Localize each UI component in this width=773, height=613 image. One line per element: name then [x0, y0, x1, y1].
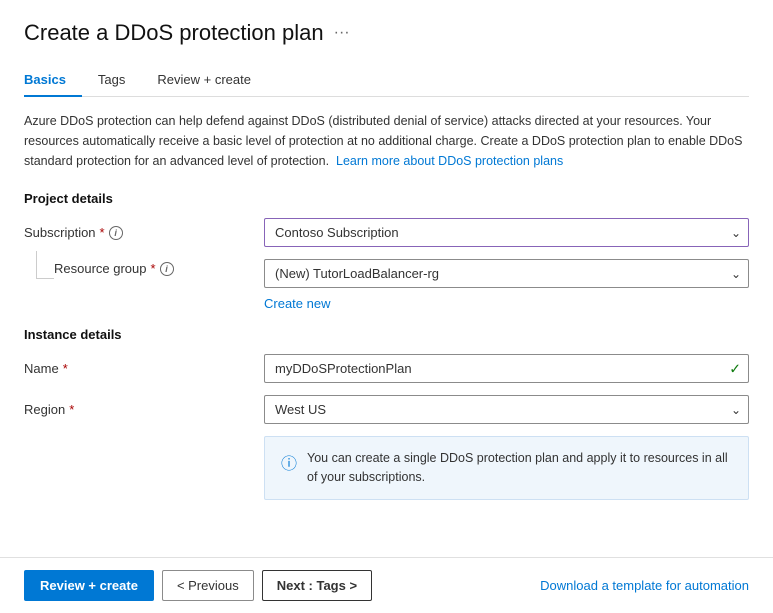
project-details-section: Project details Subscription * i Contoso…	[24, 191, 749, 311]
resource-group-label-inner: Resource group * i	[54, 259, 174, 276]
create-new-link[interactable]: Create new	[264, 296, 330, 311]
region-select[interactable]: West US	[264, 395, 749, 424]
instance-details-heading: Instance details	[24, 327, 749, 342]
info-box-text: You can create a single DDoS protection …	[307, 449, 732, 487]
name-label: Name	[24, 361, 59, 376]
region-label: Region	[24, 402, 65, 417]
resource-group-label-area: Resource group * i	[24, 259, 264, 279]
region-required: *	[69, 402, 74, 417]
instance-details-section: Instance details Name * ✓ Region	[24, 327, 749, 500]
page-title: Create a DDoS protection plan	[24, 20, 324, 46]
main-content: Create a DDoS protection plan ··· Basics…	[0, 0, 773, 557]
subscription-label-col: Subscription * i	[24, 225, 264, 240]
name-input-wrapper: ✓	[264, 354, 749, 383]
resource-group-required: *	[151, 261, 156, 276]
resource-group-outer-row: Resource group * i (New) TutorLoadBalanc…	[24, 259, 749, 288]
subscription-label: Subscription	[24, 225, 96, 240]
resource-group-select[interactable]: (New) TutorLoadBalancer-rg	[264, 259, 749, 288]
tab-tags[interactable]: Tags	[82, 64, 141, 97]
subscription-row: Subscription * i Contoso Subscription ⌄	[24, 218, 749, 247]
name-required: *	[63, 361, 68, 376]
name-input[interactable]	[264, 354, 749, 383]
subscription-required: *	[100, 225, 105, 240]
name-control: ✓	[264, 354, 749, 383]
info-box: ⓘ You can create a single DDoS protectio…	[264, 436, 749, 500]
name-check-icon: ✓	[729, 360, 741, 377]
name-row: Name * ✓	[24, 354, 749, 383]
resource-group-dropdown: (New) TutorLoadBalancer-rg ⌄	[264, 259, 749, 288]
resource-group-label: Resource group	[54, 261, 147, 276]
create-new-row: Create new	[264, 292, 749, 311]
region-row: Region * West US ⌄	[24, 395, 749, 424]
previous-button[interactable]: < Previous	[162, 570, 254, 601]
footer: Review + create < Previous Next : Tags >…	[0, 557, 773, 613]
region-dropdown: West US ⌄	[264, 395, 749, 424]
resource-group-control: (New) TutorLoadBalancer-rg ⌄	[264, 259, 749, 288]
subscription-select[interactable]: Contoso Subscription	[264, 218, 749, 247]
subscription-info-icon[interactable]: i	[109, 226, 123, 240]
review-create-button[interactable]: Review + create	[24, 570, 154, 601]
learn-more-link[interactable]: Learn more about DDoS protection plans	[336, 154, 563, 168]
page-container: Create a DDoS protection plan ··· Basics…	[0, 0, 773, 613]
tab-review-create[interactable]: Review + create	[141, 64, 267, 97]
project-details-heading: Project details	[24, 191, 749, 206]
subscription-dropdown: Contoso Subscription ⌄	[264, 218, 749, 247]
info-box-icon: ⓘ	[281, 450, 297, 474]
region-label-col: Region *	[24, 402, 264, 417]
region-control: West US ⌄	[264, 395, 749, 424]
download-template-link[interactable]: Download a template for automation	[540, 578, 749, 593]
more-options-icon[interactable]: ···	[334, 24, 350, 42]
page-title-row: Create a DDoS protection plan ···	[24, 20, 749, 46]
subscription-control: Contoso Subscription ⌄	[264, 218, 749, 247]
name-label-col: Name *	[24, 361, 264, 376]
tabs-container: Basics Tags Review + create	[24, 64, 749, 97]
next-button[interactable]: Next : Tags >	[262, 570, 372, 601]
resource-group-info-icon[interactable]: i	[160, 262, 174, 276]
description-text: Azure DDoS protection can help defend ag…	[24, 111, 749, 171]
tab-basics[interactable]: Basics	[24, 64, 82, 97]
